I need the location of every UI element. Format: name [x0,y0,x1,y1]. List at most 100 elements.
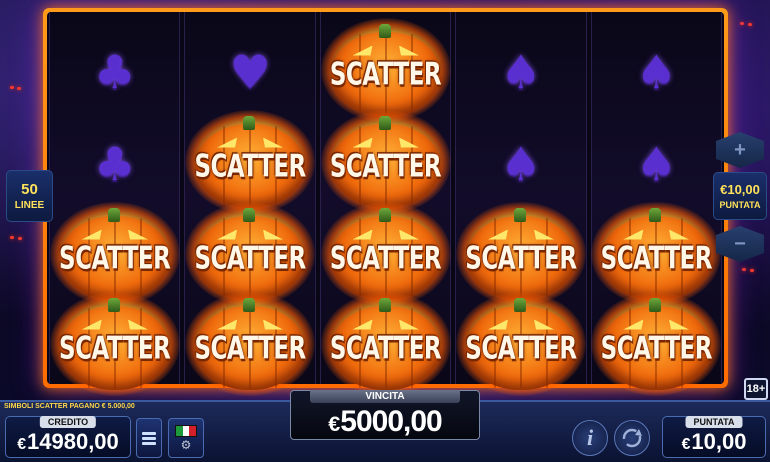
credit-label: CREDITO [39,416,97,428]
scatter-label: SCATTER [600,240,713,277]
info-icon: i [586,425,594,450]
glowing-eyes-decoration [10,236,14,239]
pumpkin-stem [243,207,256,222]
reel-cell: ♣ [50,116,179,211]
scatter-label: SCATTER [194,148,306,185]
scatter-pumpkin-symbol: SCATTER [591,201,722,306]
pumpkin-stem [649,207,662,222]
info-button[interactable]: i [572,420,608,456]
bet-indicator: €10,00 PUNTATA [713,172,767,220]
scatter-label: SCATTER [194,240,306,277]
spin-arrows-icon [622,428,642,448]
pumpkin-stem [649,297,662,312]
scatter-pumpkin-symbol: SCATTER [320,201,451,306]
bet-currency: € [681,436,691,453]
age-restriction-badge: 18+ [744,378,768,400]
reel-cell: ♥ [185,24,314,119]
pumpkin-stem [243,297,256,312]
reel: ♣ ♣ SCATTER SCATTER [49,12,181,396]
autoplay-icon [142,431,156,435]
win-panel: VINCITA €5000,00 [290,390,480,440]
scatter-pumpkin-symbol: SCATTER [455,201,586,306]
scatter-pumpkin-symbol: SCATTER [320,109,451,214]
reel-cell: ♠ [592,24,721,119]
scatter-pumpkin-symbol: SCATTER [455,291,586,396]
glowing-eyes-decoration [750,269,754,272]
glowing-eyes-decoration [742,268,746,271]
club-symbol: ♣ [94,136,136,191]
reel-cell: SCATTER [455,201,586,306]
scatter-pumpkin-symbol: SCATTER [49,291,180,396]
pumpkin-stem [107,297,120,312]
scatter-label: SCATTER [194,330,306,367]
glowing-eyes-decoration [740,22,744,25]
scatter-label: SCATTER [329,56,442,93]
reel-cell: ♠ [592,116,721,211]
credit-currency: € [17,436,27,453]
reel-cell: SCATTER [185,201,316,306]
reel-cell: ♣ [50,24,179,119]
reel-cell: SCATTER [320,291,451,396]
lines-value: 50 [21,181,38,198]
reel-cell: SCATTER [320,109,451,214]
win-value: 5000,00 [340,405,442,438]
win-label: VINCITA [310,390,460,403]
scatter-pumpkin-symbol: SCATTER [320,17,451,122]
reel-cell: SCATTER [185,291,316,396]
bet-label: PUNTATA [685,416,743,428]
reels-grid: ♣ ♣ SCATTER SCATTER ♥ SCATTER SCATTER SCATTER SC… [47,12,724,396]
glowing-eyes-decoration [17,87,21,90]
scatter-pay-note: SIMBOLI SCATTER PAGANO € 5.000,00 [4,403,135,410]
pumpkin-stem [513,207,526,222]
reel-cell: SCATTER [591,201,722,306]
pumpkin-stem [378,23,391,38]
bet-indicator-value: €10,00 [720,182,760,197]
bet-panel: PUNTATA €10,00 [662,416,766,458]
pumpkin-stem [107,207,120,222]
scatter-label: SCATTER [465,240,577,277]
scatter-pumpkin-symbol: SCATTER [49,201,180,306]
italy-flag-icon [175,425,197,437]
plus-icon: + [734,138,746,161]
reel-frame: ♣ ♣ SCATTER SCATTER ♥ SCATTER SCATTER SCATTER SC… [43,8,728,396]
club-symbol: ♣ [94,44,136,99]
scatter-pumpkin-symbol: SCATTER [185,109,316,214]
scatter-pumpkin-symbol: SCATTER [320,291,451,396]
pumpkin-stem [513,297,526,312]
heart-symbol: ♥ [229,44,271,99]
autoplay-button[interactable] [136,418,162,458]
reel: ♠ ♠ SCATTER SCATTER [590,12,723,396]
scatter-pumpkin-symbol: SCATTER [185,201,316,306]
reel-cell: SCATTER [455,291,586,396]
spin-button[interactable] [614,420,650,456]
spade-symbol: ♠ [500,44,542,99]
reel: ♠ ♠ SCATTER SCATTER [455,12,587,396]
scatter-label: SCATTER [329,240,442,277]
scatter-label: SCATTER [59,330,171,367]
glowing-eyes-decoration [10,86,14,89]
scatter-pumpkin-symbol: SCATTER [591,291,722,396]
reel-cell: SCATTER [320,17,451,122]
gear-icon: ⚙ [180,438,192,452]
scatter-label: SCATTER [329,148,442,185]
pumpkin-stem [378,115,391,130]
pumpkin-stem [378,297,391,312]
reel-cell: ♠ [456,24,585,119]
win-currency: € [328,411,340,436]
scatter-label: SCATTER [465,330,577,367]
reel: ♥ SCATTER SCATTER SCATTER [184,12,316,396]
credit-value: 14980,00 [27,429,119,454]
bet-value: 10,00 [691,429,747,454]
reel-cell: ♠ [456,116,585,211]
pumpkin-stem [378,207,391,222]
reel-cell: SCATTER [49,201,180,306]
lines-indicator: 50 LINEE [6,170,53,222]
pumpkin-stem [243,115,256,130]
scatter-pumpkin-symbol: SCATTER [185,291,316,396]
minus-icon: − [734,232,746,255]
bet-indicator-label: PUNTATA [719,200,761,210]
scatter-label: SCATTER [329,330,442,367]
glowing-eyes-decoration [748,23,752,26]
settings-language-button[interactable]: ⚙ [168,418,204,458]
scatter-label: SCATTER [600,330,713,367]
